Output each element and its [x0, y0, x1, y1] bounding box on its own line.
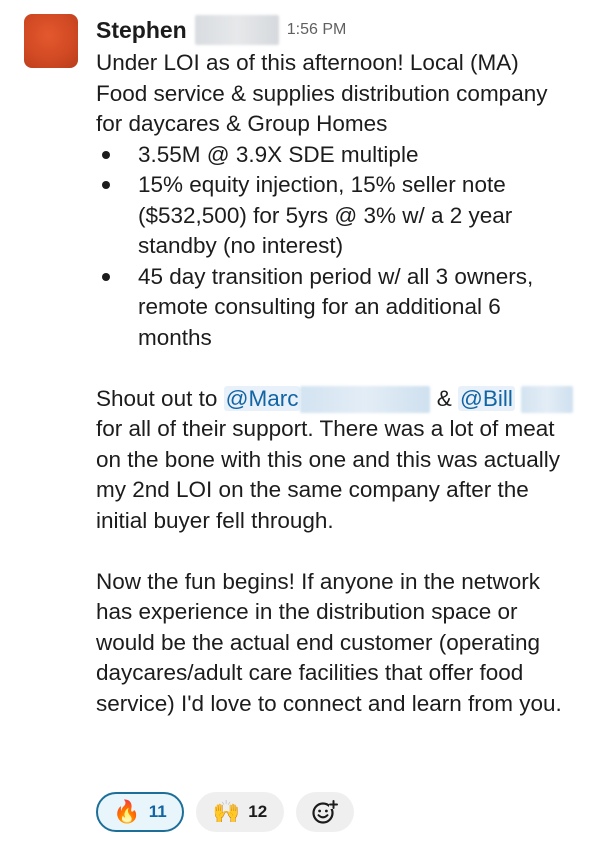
message-text: Under LOI as of this afternoon! Local (M…: [96, 48, 576, 719]
intro-text: Under LOI as of this afternoon! Local (M…: [96, 50, 548, 136]
add-reaction-icon: [312, 800, 338, 824]
ampersand: &: [436, 385, 452, 411]
author-name[interactable]: Stephen: [96, 17, 187, 44]
mention-marc[interactable]: @Marc: [223, 385, 301, 411]
add-reaction-button[interactable]: [296, 792, 354, 832]
redacted-mention-surname: [300, 386, 431, 414]
message-body: Stephen 1:56 PM Under LOI as of this aft…: [96, 12, 576, 719]
timestamp[interactable]: 1:56 PM: [287, 21, 347, 39]
closing-paragraph: Now the fun begins! If anyone in the net…: [96, 568, 562, 716]
redacted-surname: [194, 15, 279, 45]
reaction-count: 12: [248, 802, 268, 821]
reaction-fire[interactable]: 🔥 11: [96, 792, 184, 832]
bullet-item: 45 day transition period w/ all 3 owners…: [96, 262, 576, 354]
redacted-mention-surname: [521, 386, 574, 414]
message: Stephen 1:56 PM Under LOI as of this aft…: [0, 0, 590, 848]
reaction-raised-hands[interactable]: 🙌 12: [196, 792, 284, 832]
bullet-item: 3.55M @ 3.9X SDE multiple: [96, 140, 576, 171]
reaction-count: 11: [148, 802, 167, 821]
shoutout-rest: for all of their support. There was a lo…: [96, 416, 561, 533]
bullet-item: 15% equity injection, 15% seller note ($…: [96, 170, 576, 262]
message-header: Stephen 1:56 PM: [96, 12, 576, 48]
avatar[interactable]: [24, 14, 78, 68]
reactions-bar: 🔥 11 🙌 12: [96, 792, 354, 832]
mention-bill[interactable]: @Bill: [458, 385, 515, 411]
bullet-list: 3.55M @ 3.9X SDE multiple 15% equity inj…: [96, 140, 576, 354]
shoutout-paragraph: Shout out to @Marc & @Bill for all of th…: [96, 384, 576, 537]
fire-emoji-icon: 🔥: [113, 799, 141, 824]
shoutout-prefix: Shout out to: [96, 385, 218, 411]
raised-hands-emoji-icon: 🙌: [212, 799, 241, 824]
